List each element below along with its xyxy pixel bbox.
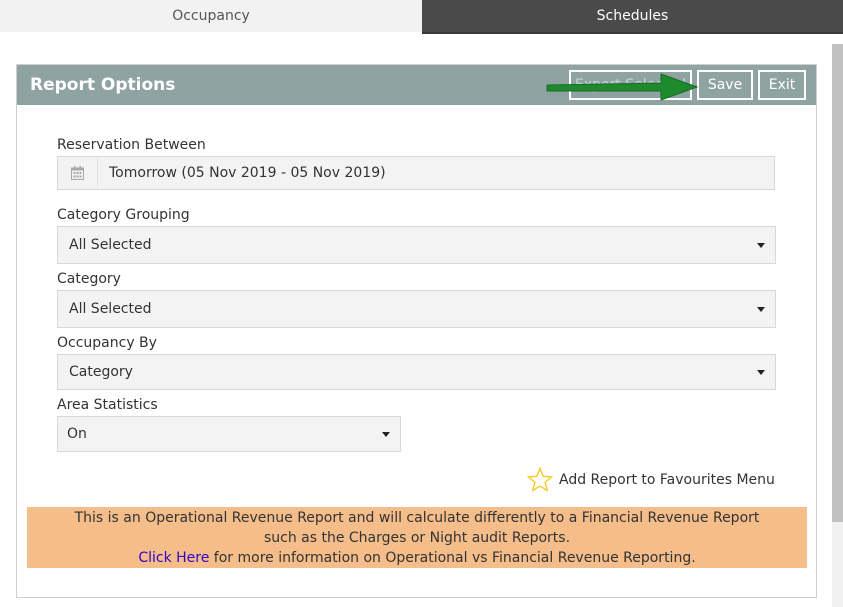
- notice-line-3-text: for more information on Operational vs F…: [209, 550, 696, 566]
- reservation-between-value: Tomorrow (05 Nov 2019 - 05 Nov 2019): [109, 165, 386, 181]
- panel-title: Report Options: [30, 75, 176, 95]
- tab-occupancy[interactable]: Occupancy: [0, 0, 422, 32]
- report-tabs: Occupancy Schedules: [0, 0, 843, 34]
- category-select[interactable]: All Selected: [57, 290, 776, 328]
- reservation-between-label: Reservation Between: [57, 137, 206, 153]
- category-label: Category: [57, 271, 121, 287]
- revenue-notice: This is an Operational Revenue Report an…: [27, 507, 807, 568]
- occupancy-by-label: Occupancy By: [57, 335, 157, 351]
- star-icon[interactable]: [527, 467, 553, 493]
- notice-line-2: such as the Charges or Night audit Repor…: [263, 530, 571, 546]
- area-statistics-select[interactable]: On: [57, 416, 401, 452]
- category-value: All Selected: [69, 301, 152, 317]
- area-statistics-label: Area Statistics: [57, 397, 158, 413]
- notice-line-1: This is an Operational Revenue Report an…: [74, 510, 760, 526]
- occupancy-by-value: Category: [69, 364, 133, 380]
- calendar-icon[interactable]: [58, 157, 98, 189]
- report-options-panel: Report Options Export Selected Save Exit…: [16, 64, 817, 598]
- scrollbar-thumb[interactable]: [832, 44, 843, 522]
- add-to-favourites[interactable]: Add Report to Favourites Menu: [527, 467, 775, 493]
- arrow-pointer-icon: [546, 73, 699, 101]
- reservation-between-field[interactable]: Tomorrow (05 Nov 2019 - 05 Nov 2019): [57, 156, 775, 190]
- exit-button[interactable]: Exit: [758, 70, 806, 100]
- category-grouping-value: All Selected: [69, 237, 152, 253]
- chevron-down-icon: [757, 307, 765, 312]
- panel-header: Report Options Export Selected Save Exit: [17, 65, 816, 105]
- chevron-down-icon: [757, 370, 765, 375]
- category-grouping-label: Category Grouping: [57, 207, 190, 223]
- save-button[interactable]: Save: [697, 70, 753, 100]
- occupancy-by-select[interactable]: Category: [57, 354, 776, 390]
- chevron-down-icon: [757, 243, 765, 248]
- tab-schedules[interactable]: Schedules: [422, 0, 843, 34]
- notice-line-3: Click Here for more information on Opera…: [27, 548, 807, 568]
- page-scrollbar[interactable]: [832, 44, 843, 607]
- chevron-down-icon: [382, 432, 390, 437]
- add-to-favourites-label: Add Report to Favourites Menu: [559, 472, 775, 488]
- area-statistics-value: On: [67, 426, 87, 442]
- category-grouping-select[interactable]: All Selected: [57, 226, 776, 264]
- click-here-link[interactable]: Click Here: [138, 550, 209, 566]
